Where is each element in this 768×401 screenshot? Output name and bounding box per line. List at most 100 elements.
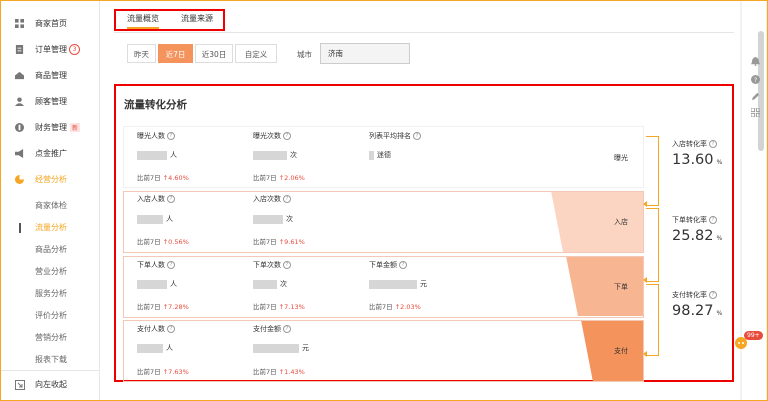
subnav-item[interactable]: 商品分析	[1, 239, 99, 261]
rate-order: 下单转化率? 25.82%	[672, 216, 723, 244]
blurred-value	[369, 150, 374, 160]
funnel-label: 曝光	[614, 154, 628, 162]
order-icon	[15, 45, 24, 54]
svg-text:?: ?	[754, 77, 757, 84]
metric-row-visit: 入店人数? 人 比前7日 ↑0.56% 入店次数? 次 比前7日 ↑9.61%	[123, 191, 644, 253]
city-select[interactable]: 济南	[320, 43, 410, 64]
help-icon[interactable]: ?	[167, 325, 175, 333]
collapse-label: 向左收起	[35, 380, 67, 389]
order-count-badge: 3	[69, 44, 80, 55]
sidebar-item-label: 商品管理	[35, 71, 67, 80]
metric-value: 元	[253, 343, 309, 353]
metric-order-amount: 下单金额?	[369, 260, 407, 270]
metric-value: 人	[137, 279, 177, 289]
subnav-item[interactable]: 报表下载	[1, 349, 99, 371]
subnav-item[interactable]: 营销分析	[1, 327, 99, 349]
rate-value: 25.82	[672, 228, 714, 244]
compare-text: 比前7日 ↑9.61%	[253, 238, 305, 246]
compare-text: 比前7日 ↑2.06%	[253, 174, 305, 182]
subnav-item-traffic[interactable]: 流量分析	[1, 217, 99, 239]
help-icon[interactable]: ?	[167, 132, 175, 140]
blurred-value	[137, 343, 163, 353]
connector-arrow	[643, 201, 647, 207]
metric-value: 迷德	[369, 150, 391, 160]
panel-title: 流量转化分析	[124, 99, 187, 111]
funnel-label: 支付	[614, 347, 628, 355]
subnav-item[interactable]: 营业分析	[1, 261, 99, 283]
city-label: 城市	[297, 50, 312, 59]
tab-traffic-overview[interactable]: 流量概览	[127, 13, 159, 29]
megaphone-icon	[15, 149, 24, 158]
finance-icon	[15, 123, 24, 132]
message-count-badge: 99+	[744, 331, 763, 340]
help-icon[interactable]: ?	[283, 132, 291, 140]
message-button[interactable]: 99+	[735, 331, 763, 351]
metric-exposure-count: 曝光次数?	[253, 131, 291, 141]
metric-row-exposure: 曝光人数? 人 比前7日 ↑4.60% 曝光次数? 次 比前7日 ↑2.06% …	[123, 126, 644, 188]
date-option-7days[interactable]: 近7日	[158, 44, 193, 63]
collapse-sidebar-button[interactable]: 向左收起	[1, 370, 99, 400]
help-icon[interactable]: ?	[399, 261, 407, 269]
sidebar-item-finance[interactable]: 财务管理新	[1, 116, 99, 140]
metric-row-order: 下单人数? 人 比前7日 ↑7.28% 下单次数? 次 比前7日 ↑7.13% …	[123, 256, 644, 318]
sidebar-item-home[interactable]: 商家首页	[1, 12, 99, 36]
sidebar-item-promotion[interactable]: 点金推广	[1, 142, 99, 166]
help-icon[interactable]: ?	[167, 195, 175, 203]
sidebar-item-label: 点金推广	[35, 149, 67, 158]
blurred-value	[137, 150, 167, 160]
sidebar-item-goods[interactable]: 商品管理	[1, 64, 99, 88]
metric-value: 次	[253, 214, 293, 224]
compare-text: 比前7日 ↑1.43%	[253, 368, 305, 376]
compare-text: 比前7日 ↑2.03%	[369, 303, 421, 311]
metric-payment-amount: 支付金额?	[253, 324, 291, 334]
subnav-item[interactable]: 评价分析	[1, 305, 99, 327]
sidebar-item-label: 经营分析	[35, 175, 67, 184]
new-badge: 新	[70, 123, 81, 132]
metric-payment-users: 支付人数?	[137, 324, 175, 334]
rate-connector	[646, 208, 659, 282]
date-option-30days[interactable]: 近30日	[195, 44, 233, 63]
tab-traffic-source[interactable]: 流量来源	[181, 13, 213, 24]
sidebar-item-analytics[interactable]: 经营分析	[1, 168, 99, 192]
sidebar-item-customers[interactable]: 顾客管理	[1, 90, 99, 114]
apps-grid-icon[interactable]	[751, 108, 760, 117]
date-option-custom[interactable]: 自定义	[235, 44, 277, 63]
help-icon[interactable]: ?	[283, 325, 291, 333]
help-icon[interactable]: ?	[283, 195, 291, 203]
metric-exposure-users: 曝光人数?	[137, 131, 175, 141]
date-option-yesterday[interactable]: 昨天	[127, 44, 156, 63]
metric-value: 次	[253, 279, 287, 289]
metric-visit-count: 入店次数?	[253, 194, 291, 204]
blurred-value	[253, 150, 287, 160]
subnav-item[interactable]: 商家体检	[1, 195, 99, 217]
scrollbar[interactable]	[758, 31, 764, 151]
blurred-value	[137, 279, 167, 289]
metric-visit-users: 入店人数?	[137, 194, 175, 204]
sidebar-item-orders[interactable]: 订单管理 3	[1, 38, 99, 62]
help-circle-icon[interactable]: ?	[751, 75, 760, 84]
conversion-panel: 流量转化分析 曝光人数? 人 比前7日 ↑4.60% 曝光次数? 次 比前7日 …	[114, 84, 734, 382]
rate-value: 13.60	[672, 152, 714, 168]
help-icon[interactable]: ?	[709, 216, 717, 224]
funnel-label: 下单	[614, 283, 628, 291]
help-icon[interactable]: ?	[709, 140, 717, 148]
help-icon[interactable]: ?	[413, 132, 421, 140]
help-icon[interactable]: ?	[709, 291, 717, 299]
bell-icon[interactable]	[751, 57, 760, 66]
grid-icon	[15, 19, 24, 28]
pie-chart-icon	[15, 175, 24, 184]
connector-arrow	[643, 351, 647, 357]
edit-icon[interactable]	[751, 92, 760, 101]
help-icon[interactable]: ?	[167, 261, 175, 269]
subnav-item[interactable]: 服务分析	[1, 283, 99, 305]
metric-value: 人	[137, 343, 173, 353]
sidebar-item-label: 顾客管理	[35, 97, 67, 106]
compare-text: 比前7日 ↑7.63%	[137, 368, 189, 376]
compare-text: 比前7日 ↑0.56%	[137, 238, 189, 246]
active-indicator	[19, 223, 21, 233]
funnel-label: 入店	[614, 218, 628, 226]
goods-icon	[15, 71, 24, 80]
rate-visit: 入店转化率? 13.60%	[672, 140, 723, 168]
metric-order-users: 下单人数?	[137, 260, 175, 270]
help-icon[interactable]: ?	[283, 261, 291, 269]
